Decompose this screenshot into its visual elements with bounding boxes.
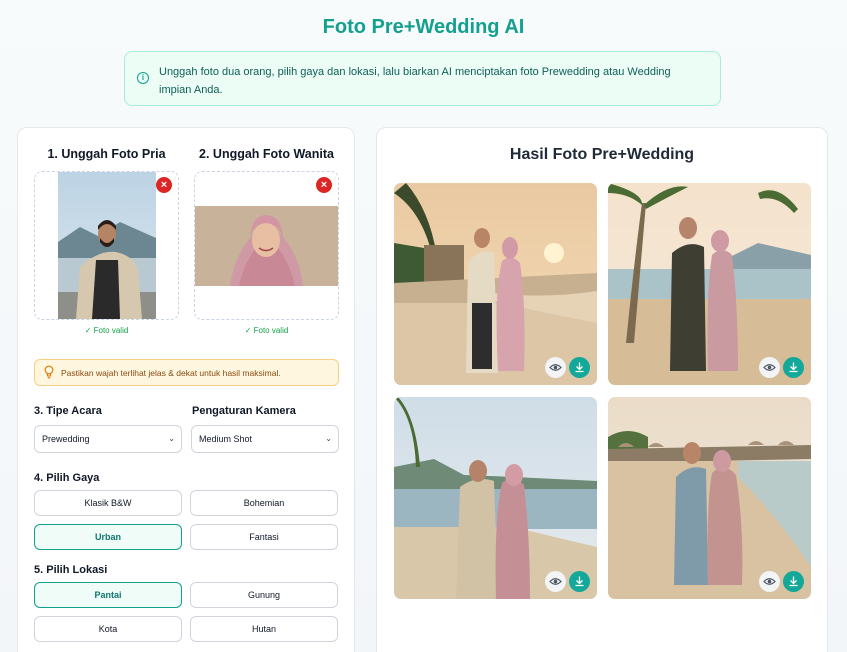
style-option-bohemian[interactable]: Bohemian [190,490,338,516]
chevron-down-icon: ⌄ [168,434,175,443]
style-option-klasik[interactable]: Klasik B&W [34,490,182,516]
tip-text: Pastikan wajah terlihat jelas & dekat un… [61,368,281,378]
download-icon [789,362,798,373]
info-icon: i [137,72,149,84]
event-type-label: 3. Tipe Acara [34,405,102,417]
couple-photo-image [394,183,597,385]
result-photo [608,397,811,599]
eye-icon [549,364,562,371]
female-upload-title: 2. Unggah Foto Wanita [199,147,334,161]
app-title: Foto Pre+Wedding AI [322,16,525,38]
female-upload-box[interactable]: × [194,171,339,320]
result-photo [608,183,811,385]
female-photo-status: ✓ Foto valid [244,326,289,335]
location-option-pantai[interactable]: Pantai [34,582,182,608]
download-photo-button[interactable] [569,357,590,378]
result-photo [394,183,597,385]
couple-photo-image [394,397,597,599]
eye-icon [763,578,776,585]
download-icon [789,576,798,587]
view-photo-button[interactable] [545,357,566,378]
results-title: Hasil Foto Pre+Wedding [509,146,695,163]
download-photo-button[interactable] [783,357,804,378]
male-upload-box[interactable]: × [34,171,179,320]
view-photo-button[interactable] [759,357,780,378]
view-photo-button[interactable] [545,571,566,592]
camera-settings-label: Pengaturan Kamera [192,405,296,417]
download-photo-button[interactable] [783,571,804,592]
close-icon: × [160,179,168,191]
settings-panel: 1. Unggah Foto Pria 2. Unggah Foto Wanit… [17,127,355,652]
download-icon [575,362,584,373]
male-photo-preview [58,172,156,319]
female-photo-preview [195,206,338,286]
camera-value: Medium Shot [199,434,253,444]
tip-banner: Pastikan wajah terlihat jelas & dekat un… [34,359,339,386]
couple-photo-image [608,183,811,385]
eye-icon [763,364,776,371]
event-type-value: Prewedding [42,434,90,444]
style-option-fantasi[interactable]: Fantasi [190,524,338,550]
male-photo-status: ✓ Foto valid [84,326,129,335]
male-upload-title: 1. Unggah Foto Pria [47,147,166,161]
remove-female-photo-button[interactable]: × [316,177,332,193]
location-label: 5. Pilih Lokasi [34,564,108,576]
style-option-urban[interactable]: Urban [34,524,182,550]
download-icon [575,576,584,587]
location-option-hutan[interactable]: Hutan [190,616,338,642]
event-type-select[interactable]: Prewedding ⌄ [34,425,182,453]
lightbulb-icon [44,365,54,379]
result-photo [394,397,597,599]
remove-male-photo-button[interactable]: × [156,177,172,193]
eye-icon [549,578,562,585]
chevron-down-icon: ⌄ [325,434,332,443]
location-option-gunung[interactable]: Gunung [190,582,338,608]
info-text: Unggah foto dua orang, pilih gaya dan lo… [159,66,671,96]
location-option-kota[interactable]: Kota [34,616,182,642]
close-icon: × [320,179,328,191]
couple-photo-image [608,397,811,599]
results-panel: Hasil Foto Pre+Wedding [376,127,828,652]
view-photo-button[interactable] [759,571,780,592]
camera-select[interactable]: Medium Shot ⌄ [191,425,339,453]
download-photo-button[interactable] [569,571,590,592]
style-label: 4. Pilih Gaya [34,472,100,484]
info-banner: i Unggah foto dua orang, pilih gaya dan … [124,51,721,106]
